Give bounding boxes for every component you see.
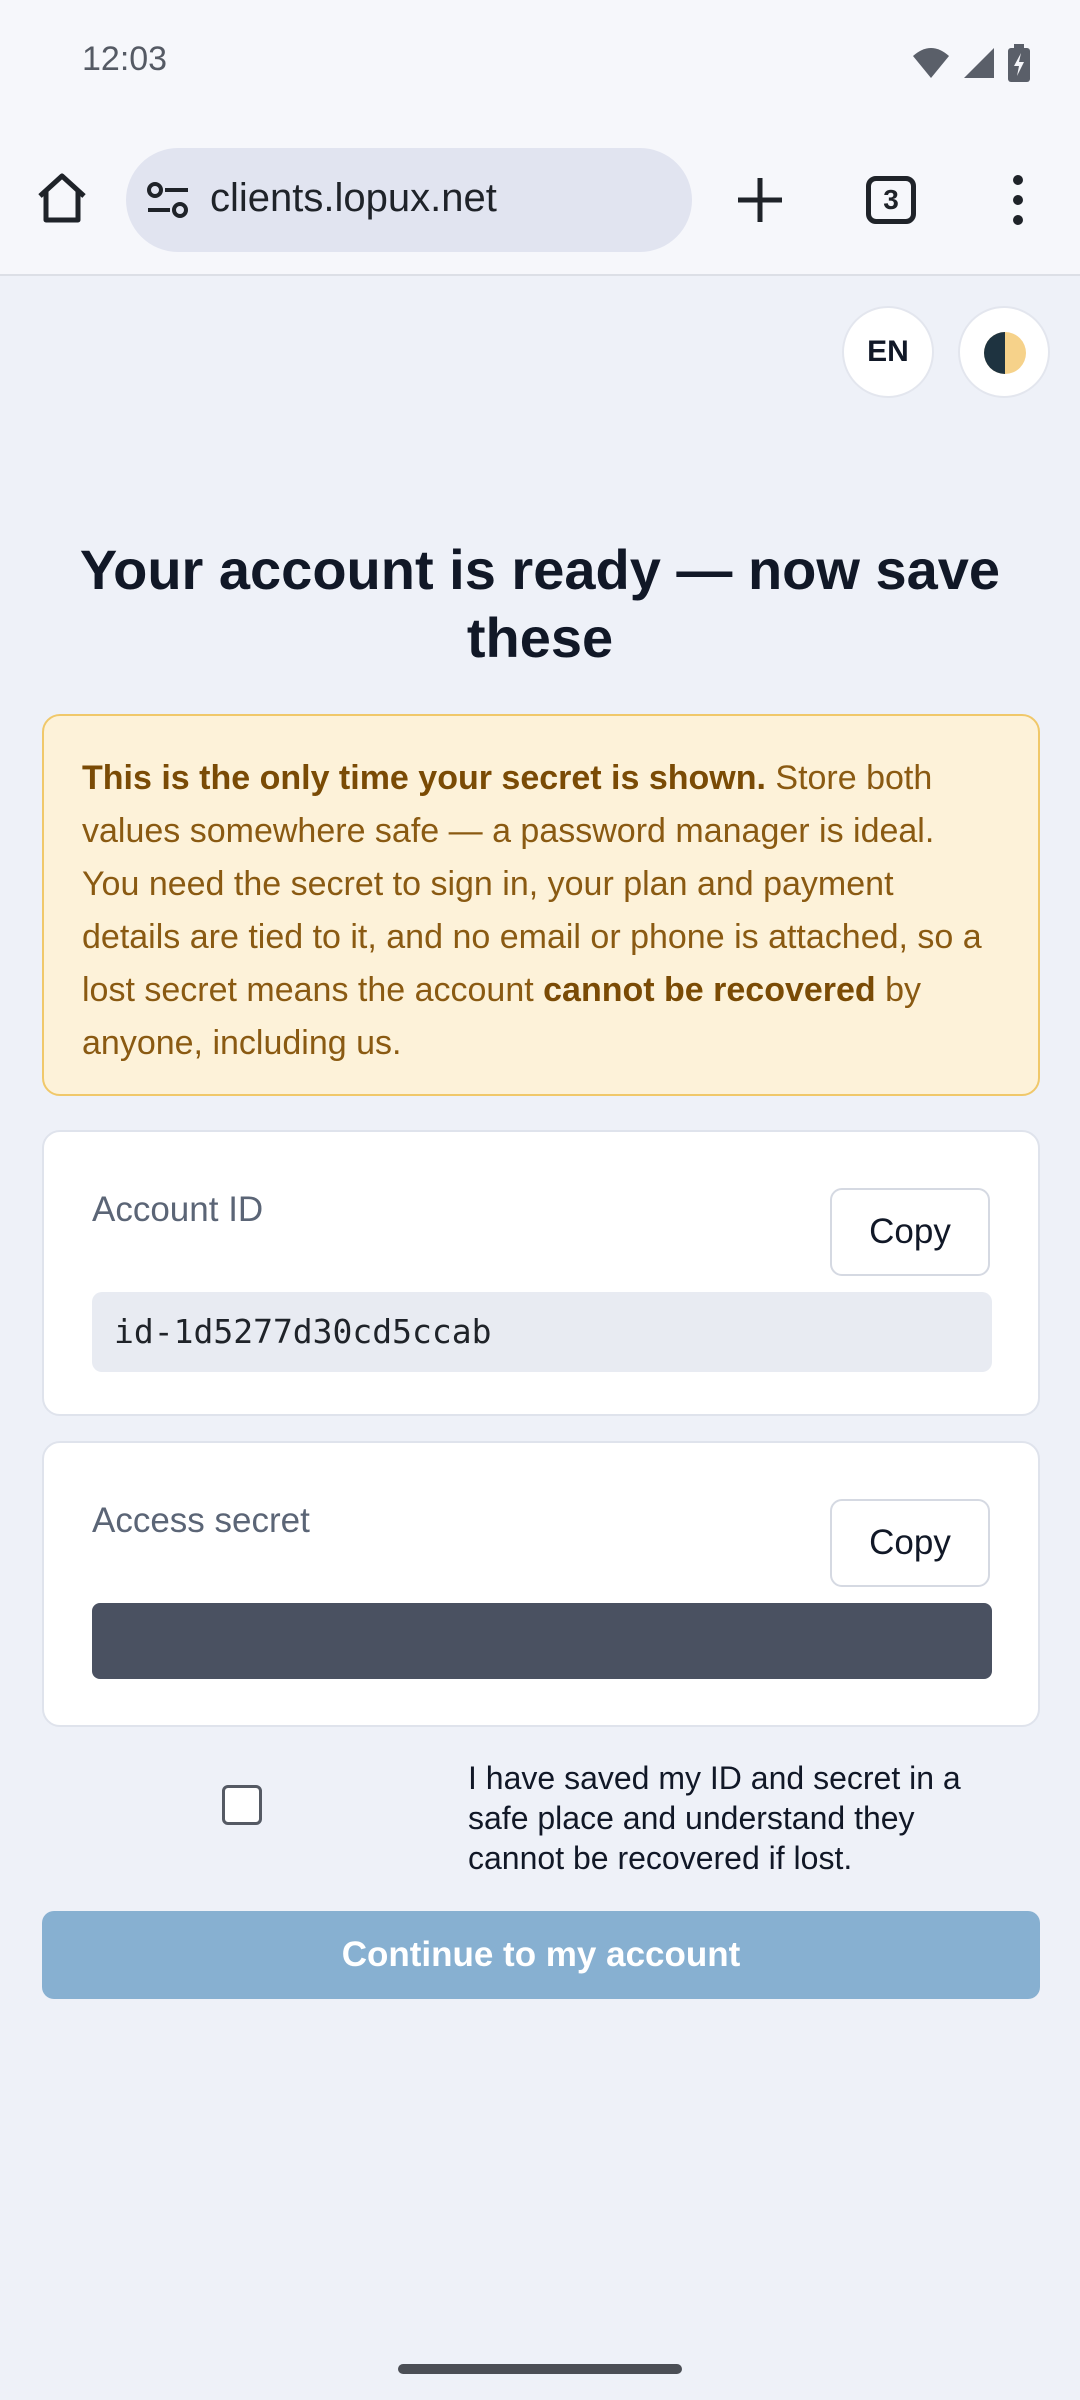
status-time: 12:03 <box>82 40 168 78</box>
tab-switcher-button[interactable]: 3 <box>866 176 916 224</box>
language-button[interactable]: EN <box>842 306 934 398</box>
continue-button[interactable]: Continue to my account <box>42 1911 1040 1999</box>
access-secret-masked-value[interactable] <box>92 1603 992 1679</box>
url-text: clients.lopux.net <box>210 176 497 220</box>
signal-icon <box>964 48 994 78</box>
account-id-card: Account ID Copy id-1d5277d30cd5ccab <box>42 1130 1040 1416</box>
status-icons <box>912 44 1030 82</box>
more-vert-icon[interactable] <box>1000 170 1036 230</box>
warning-notice: This is the only time your secret is sho… <box>42 714 1040 1096</box>
new-tab-icon[interactable] <box>730 170 790 230</box>
access-secret-label: Access secret <box>92 1501 310 1540</box>
page-title: Your account is ready — now save these <box>79 538 1001 669</box>
half-moon-icon <box>984 332 1026 374</box>
theme-toggle-button[interactable] <box>958 306 1050 398</box>
copy-access-secret-button[interactable]: Copy <box>830 1499 990 1587</box>
account-id-value[interactable]: id-1d5277d30cd5ccab <box>92 1292 992 1372</box>
home-icon[interactable] <box>34 170 90 226</box>
wifi-icon <box>913 48 949 78</box>
home-indicator <box>398 2364 682 2374</box>
acknowledge-checkbox[interactable] <box>222 1785 262 1825</box>
browser-toolbar: clients.lopux.net 3 <box>0 128 1080 276</box>
account-id-label: Account ID <box>92 1190 264 1229</box>
warning-lead: This is the only time your secret is sho… <box>82 759 766 797</box>
status-bar: 12:03 <box>0 0 1080 128</box>
site-settings-icon[interactable] <box>146 180 190 220</box>
acknowledge-label[interactable]: I have saved my ID and secret in a safe … <box>468 1758 1008 1878</box>
access-secret-card: Access secret Copy <box>42 1441 1040 1727</box>
copy-account-id-button[interactable]: Copy <box>830 1188 990 1276</box>
battery-charging-icon <box>1008 44 1030 82</box>
warning-emphasis: cannot be recovered <box>543 971 876 1009</box>
address-bar[interactable]: clients.lopux.net <box>126 148 692 252</box>
